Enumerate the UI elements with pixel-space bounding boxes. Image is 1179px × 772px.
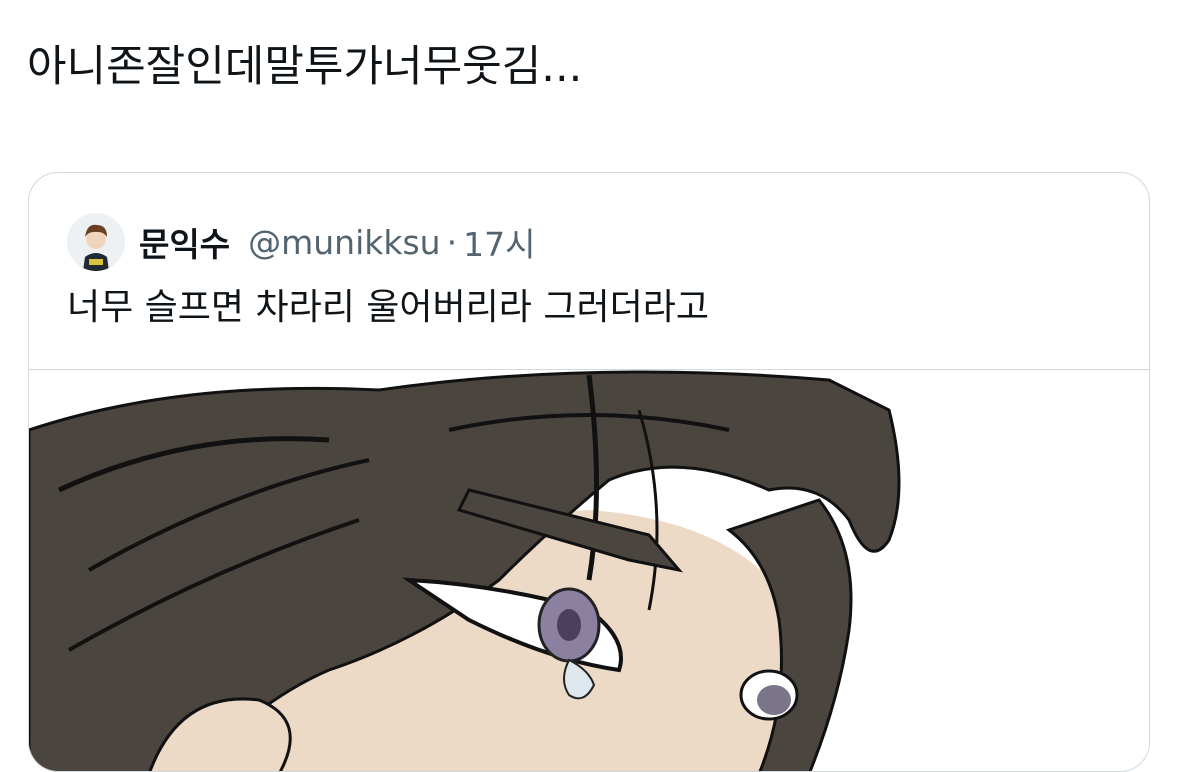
quoted-tweet-header: 문익수 @munikksu · 17시 [67,213,535,271]
quoted-tweet-media[interactable] [29,369,1149,771]
author-avatar[interactable] [67,213,125,271]
avatar-illustration-icon [67,213,125,271]
tweet-timestamp[interactable]: 17시 [463,218,535,266]
quoted-tweet-card[interactable]: 문익수 @munikksu · 17시 너무 슬프면 차라리 울어버리라 그러더… [28,172,1150,772]
tweet-text: 아니존잘인데말투가너무웃김... [27,42,583,92]
meta-separator: · [446,222,458,262]
crying-character-illustration [29,370,901,771]
author-handle[interactable]: @munikksu [248,223,440,262]
author-name[interactable]: 문익수 [139,218,230,266]
quoted-tweet-text: 너무 슬프면 차라리 울어버리라 그러더라고 [67,287,709,328]
